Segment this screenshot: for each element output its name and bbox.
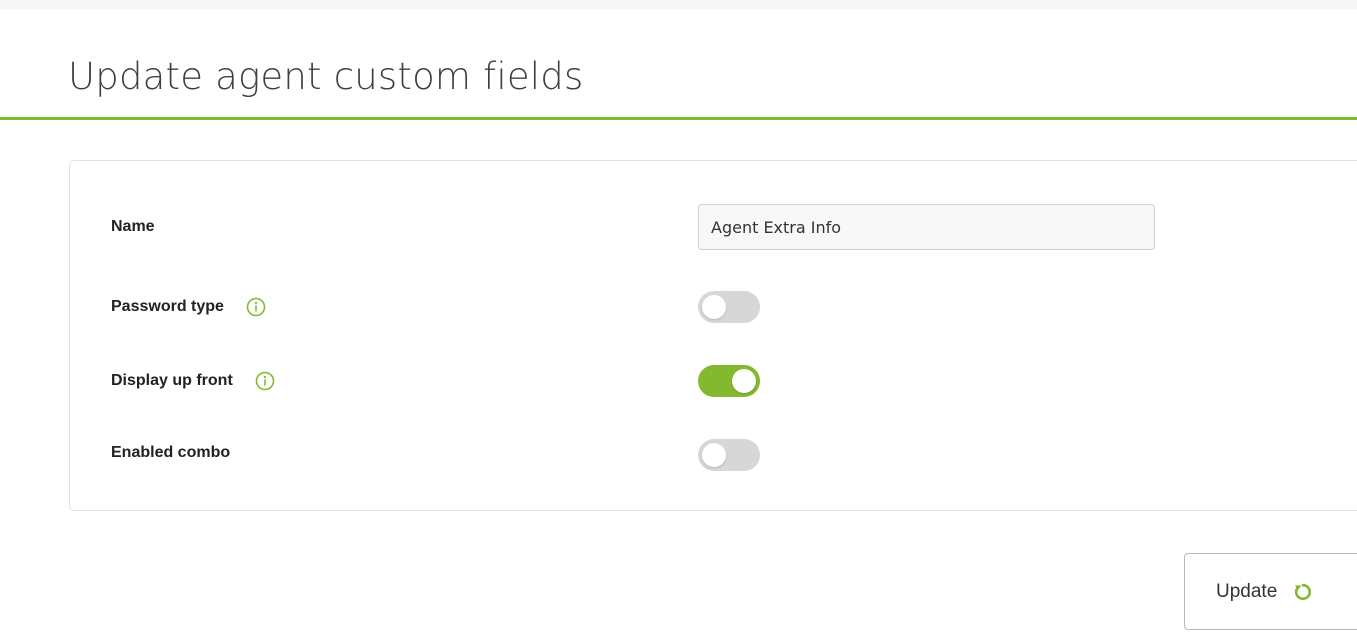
password-type-label: Password type [111, 295, 266, 319]
toggle-knob [702, 443, 726, 467]
name-input[interactable] [698, 204, 1155, 250]
display-up-front-label: Display up front [111, 369, 275, 393]
top-strip [0, 0, 1357, 10]
enabled-combo-label: Enabled combo [111, 441, 230, 465]
password-type-label-text: Password type [111, 298, 224, 315]
name-label-text: Name [111, 218, 155, 235]
custom-field-form: Name Password type Display up front [69, 160, 1357, 511]
toggle-knob [732, 369, 756, 393]
update-button-label: Update [1216, 580, 1278, 602]
name-label: Name [111, 215, 155, 239]
update-button[interactable]: Update [1184, 553, 1357, 630]
info-icon[interactable] [246, 297, 266, 317]
title-divider [0, 117, 1357, 120]
page-title: Update agent custom fields [68, 55, 584, 98]
enabled-combo-toggle[interactable] [698, 439, 760, 471]
refresh-icon [1293, 582, 1313, 602]
enabled-combo-label-text: Enabled combo [111, 444, 231, 461]
info-icon[interactable] [255, 371, 275, 391]
toggle-knob [702, 295, 726, 319]
password-type-toggle[interactable] [698, 291, 760, 323]
display-up-front-label-text: Display up front [111, 372, 233, 389]
display-up-front-toggle[interactable] [698, 365, 760, 397]
page: Update agent custom fields Name Password… [0, 0, 1357, 632]
